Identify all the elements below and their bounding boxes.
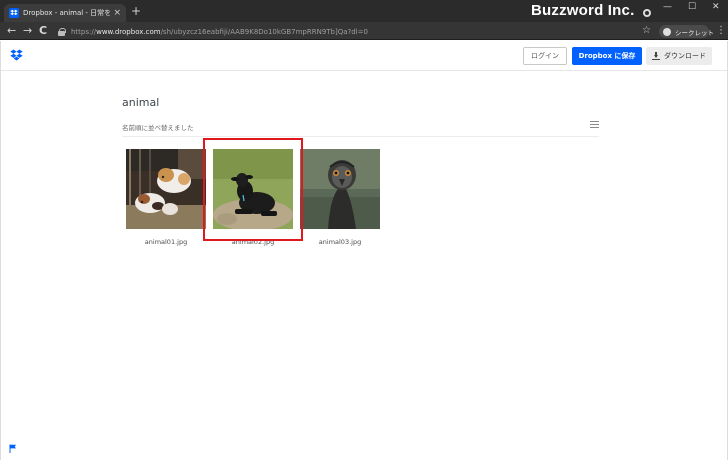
url-text[interactable]: https://www.dropbox.com/sh/ubyzcz16eabfi…	[71, 28, 368, 36]
dropbox-logo-icon[interactable]	[10, 49, 23, 61]
site-header: ログイン Dropbox に保存 ダウンロード	[1, 41, 727, 71]
incognito-avatar-icon	[663, 27, 671, 36]
thumbnail-animal01[interactable]	[126, 149, 206, 229]
back-button[interactable]: ←	[7, 24, 16, 38]
incognito-badge[interactable]: シークレット	[659, 25, 714, 38]
file-item-animal01[interactable]: animal01.jpg	[126, 149, 206, 246]
header-divider	[122, 136, 599, 137]
lock-icon[interactable]	[58, 27, 66, 36]
folder-title: animal	[122, 96, 160, 109]
window-titlebar: Dropbox - animal - 日常をシンプル × + Buzzword …	[0, 0, 728, 22]
page-content: ログイン Dropbox に保存 ダウンロード animal 名前順に並べ替えま…	[0, 41, 728, 460]
browser-menu-icon[interactable]: ⋮	[716, 24, 726, 38]
tab-title: Dropbox - animal - 日常をシンプル	[23, 9, 111, 17]
thumbnail-animal03[interactable]	[300, 149, 380, 229]
close-window-button[interactable]: ✕	[712, 3, 720, 12]
address-bar[interactable]: https://www.dropbox.com/sh/ubyzcz16eabfi…	[58, 25, 638, 38]
brand-watermark: Buzzword Inc.	[531, 2, 635, 19]
file-name-animal03[interactable]: animal03.jpg	[300, 238, 380, 246]
browser-tab[interactable]: Dropbox - animal - 日常をシンプル ×	[4, 4, 126, 22]
save-to-dropbox-button[interactable]: Dropbox に保存	[572, 47, 642, 65]
new-tab-button[interactable]: +	[131, 5, 141, 17]
download-label: ダウンロード	[664, 52, 706, 60]
reload-button[interactable]: C	[39, 24, 47, 38]
incognito-indicator-icon	[643, 9, 651, 17]
sort-status-label: 名前順に並べ替えました	[122, 124, 194, 132]
browser-toolbar: ← → C https://www.dropbox.com/sh/ubyzcz1…	[0, 22, 728, 40]
forward-button[interactable]: →	[23, 24, 32, 38]
tab-close-icon[interactable]: ×	[113, 8, 121, 18]
dropbox-favicon-icon	[9, 8, 19, 18]
file-name-animal01[interactable]: animal01.jpg	[126, 238, 206, 246]
download-button[interactable]: ダウンロード	[646, 47, 712, 65]
file-item-animal03[interactable]: animal03.jpg	[300, 149, 380, 246]
download-icon	[652, 52, 660, 60]
maximize-button[interactable]: ☐	[688, 3, 696, 12]
feedback-flag-icon[interactable]	[9, 444, 17, 453]
minimize-button[interactable]: —	[663, 3, 672, 12]
bookmark-star-icon[interactable]: ☆	[642, 24, 651, 38]
incognito-label: シークレット	[675, 28, 714, 37]
login-button[interactable]: ログイン	[523, 47, 567, 65]
selection-highlight	[203, 138, 303, 241]
list-view-icon[interactable]	[590, 121, 599, 129]
